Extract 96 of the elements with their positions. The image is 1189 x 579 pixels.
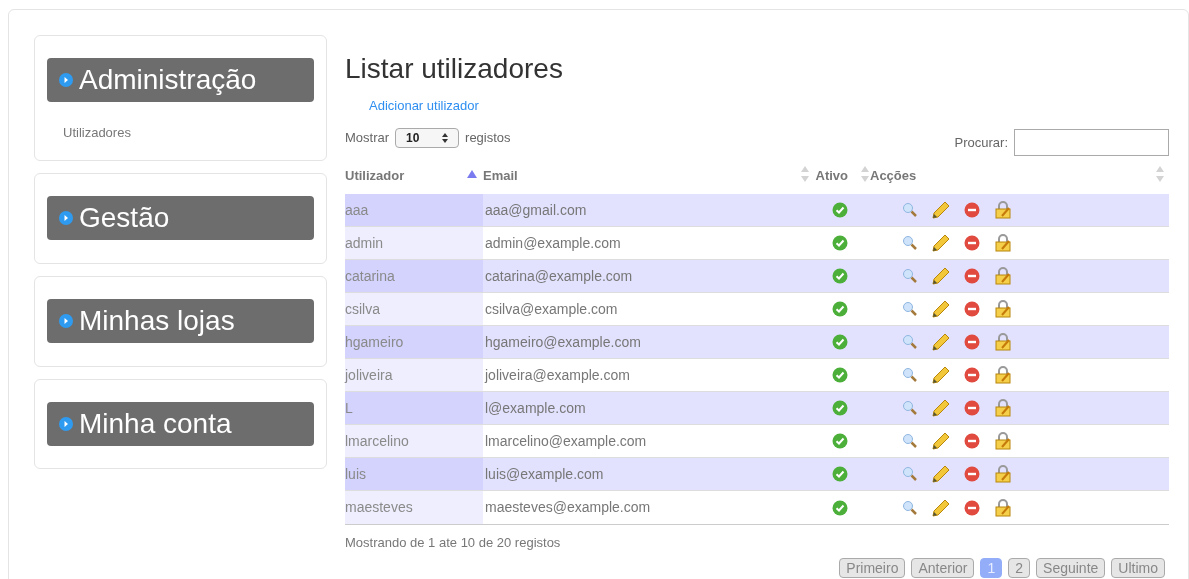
table-cell-text: maesteves@example.com [484, 498, 652, 517]
add-user-link[interactable]: Adicionar utilizador [369, 98, 479, 113]
pencil-icon[interactable] [932, 465, 950, 483]
pencil-icon[interactable] [932, 432, 950, 450]
column-header[interactable]: Utilizador [345, 166, 405, 186]
table-row[interactable]: hgameiro hgameiro@example.com [345, 326, 1169, 359]
pencil-icon[interactable] [932, 267, 950, 285]
lock-edit-icon[interactable] [994, 201, 1012, 219]
search-label: Procurar: [954, 133, 1008, 152]
select-arrows-icon [442, 133, 449, 143]
column-header[interactable]: Acções [870, 166, 917, 186]
pencil-icon[interactable] [932, 300, 950, 318]
table-cell-text: luis@example.com [484, 464, 605, 484]
lock-edit-icon[interactable] [994, 465, 1012, 483]
page-title: Listar utilizadores [345, 55, 564, 83]
table-cell: luis [345, 458, 483, 490]
show-label: Mostrar [345, 129, 390, 148]
table-cell: L [345, 392, 483, 424]
minus-circle-icon[interactable] [964, 235, 980, 251]
table-row[interactable]: admin admin@example.com [345, 227, 1169, 260]
records-label: registos [465, 129, 511, 148]
minus-circle-icon[interactable] [964, 334, 980, 350]
pencil-icon[interactable] [932, 234, 950, 252]
search-icon[interactable] [902, 400, 918, 416]
pencil-icon[interactable] [932, 399, 950, 417]
table-cell: joliveira [345, 359, 483, 391]
search-icon[interactable] [902, 334, 918, 350]
table-row[interactable]: L l@example.com [345, 392, 1169, 425]
sidebar-title: Minha conta [79, 410, 232, 438]
table-cell-text: csilva@example.com [484, 299, 619, 319]
lock-edit-icon[interactable] [994, 300, 1012, 318]
table-row[interactable]: csilva csilva@example.com [345, 293, 1169, 326]
sidebar-header[interactable]: Minha conta [47, 402, 314, 446]
table-cell: catarina [345, 260, 483, 292]
pagination-button[interactable]: Primeiro [839, 557, 906, 578]
lock-edit-icon[interactable] [994, 399, 1012, 417]
table-row[interactable]: lmarcelino lmarcelino@example.com [345, 425, 1169, 458]
minus-circle-icon[interactable] [964, 499, 980, 516]
table-row[interactable]: joliveira joliveira@example.com [345, 359, 1169, 392]
table-cell: maesteves [345, 491, 483, 524]
table-cell-text: l@example.com [484, 398, 587, 418]
pagination-button[interactable]: Seguinte [1036, 557, 1106, 578]
lock-edit-icon[interactable] [994, 498, 1012, 517]
column-header[interactable]: Email [483, 166, 518, 186]
page-size-select[interactable]: 10 [395, 128, 460, 148]
search-icon[interactable] [902, 466, 918, 482]
minus-circle-icon[interactable] [964, 466, 980, 482]
table-cell-text: admin@example.com [484, 233, 622, 253]
search-icon[interactable] [902, 367, 918, 383]
table-cell-text: joliveira@example.com [483, 365, 631, 385]
sidebar-title: Administração [79, 66, 257, 94]
pencil-icon[interactable] [932, 333, 950, 351]
pagination-button[interactable]: 2 [1008, 557, 1031, 578]
pagination-button[interactable]: Anterior [911, 557, 975, 578]
table-cell-text: hgameiro@example.com [484, 332, 642, 352]
pencil-icon[interactable] [932, 498, 950, 517]
search-field[interactable] [1014, 129, 1169, 156]
table-cell: csilva [345, 293, 483, 325]
minus-circle-icon[interactable] [964, 268, 980, 284]
minus-circle-icon[interactable] [964, 202, 980, 218]
sidebar-header[interactable]: Gestão [47, 196, 314, 240]
search-icon[interactable] [902, 268, 918, 284]
sidebar-title: Gestão [79, 204, 170, 232]
minus-circle-icon[interactable] [964, 301, 980, 317]
sidebar-link[interactable]: Utilizadores [63, 125, 131, 140]
table-cell: lmarcelino [345, 425, 483, 457]
table-cell-text: aaa@gmail.com [484, 200, 588, 220]
pencil-icon[interactable] [932, 366, 950, 384]
table-cell: aaa [345, 194, 483, 226]
sidebar-header[interactable]: Administração [47, 58, 314, 102]
table-cell: admin [345, 227, 483, 259]
sidebar-title: Minhas lojas [79, 307, 235, 335]
table-info: Mostrando de 1 ate 10 de 20 registos [345, 534, 562, 552]
sidebar-header[interactable]: Minhas lojas [47, 299, 314, 343]
lock-edit-icon[interactable] [994, 234, 1012, 252]
table-row[interactable]: aaa aaa@gmail.com [345, 194, 1169, 227]
column-header[interactable]: Ativo [815, 166, 848, 186]
lock-edit-icon[interactable] [994, 333, 1012, 351]
minus-circle-icon[interactable] [964, 367, 980, 383]
table-row[interactable]: luis luis@example.com [345, 458, 1169, 491]
search-icon[interactable] [902, 499, 918, 516]
search-icon[interactable] [902, 202, 918, 218]
table-cell: hgameiro [345, 326, 483, 358]
table-cell-text: lmarcelino@example.com [484, 431, 648, 451]
search-icon[interactable] [902, 301, 918, 317]
minus-circle-icon[interactable] [964, 433, 980, 449]
table-cell-text: catarina@example.com [484, 266, 634, 286]
pencil-icon[interactable] [932, 201, 950, 219]
pagination-button[interactable]: Ultimo [1111, 557, 1165, 578]
lock-edit-icon[interactable] [994, 267, 1012, 285]
minus-circle-icon[interactable] [964, 400, 980, 416]
table-row[interactable]: catarina catarina@example.com [345, 260, 1169, 293]
search-icon[interactable] [902, 433, 918, 449]
search-icon[interactable] [902, 235, 918, 251]
lock-edit-icon[interactable] [994, 366, 1012, 384]
lock-edit-icon[interactable] [994, 432, 1012, 450]
